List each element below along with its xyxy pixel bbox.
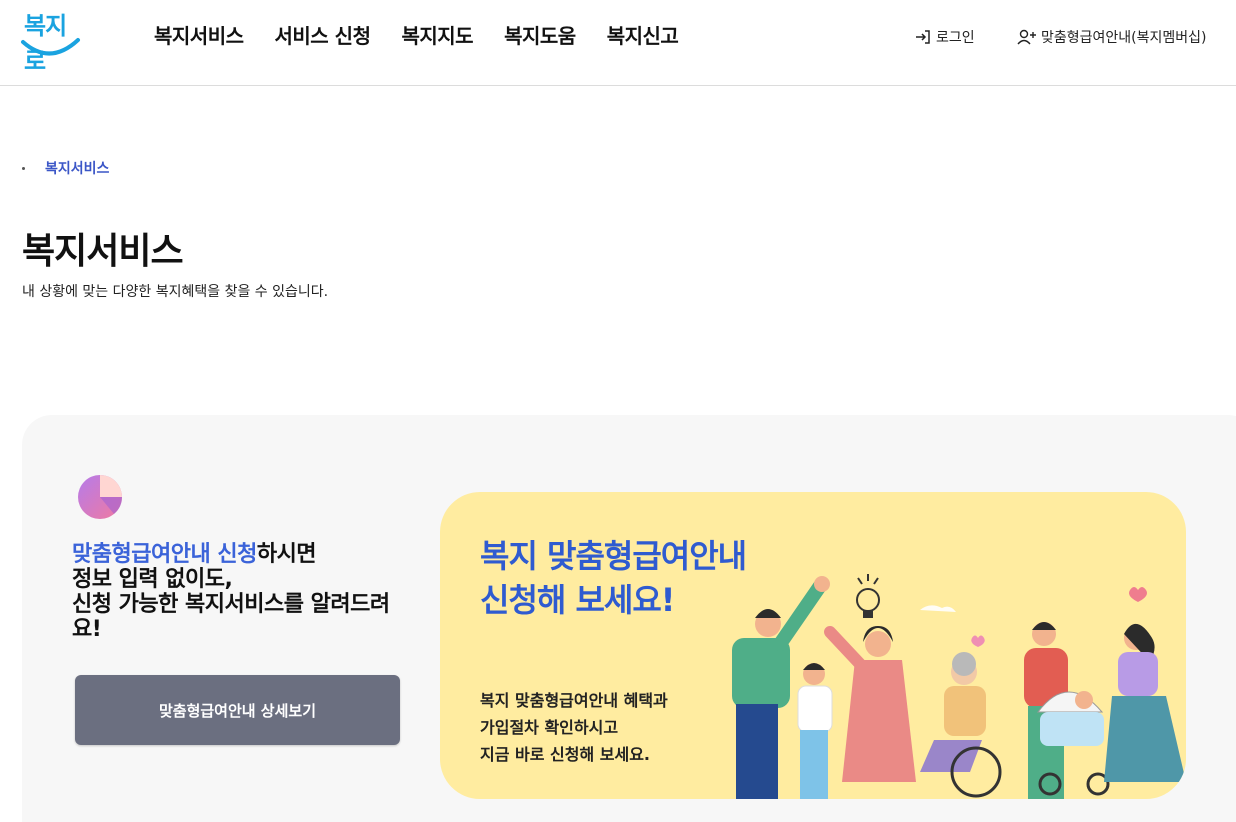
nav-welfare-services[interactable]: 복지서비스: [154, 20, 244, 49]
card-title: 복지 맞춤형급여안내 신청해 보세요!: [480, 534, 747, 622]
main-nav: 복지서비스 서비스 신청 복지지도 복지도움 복지신고: [154, 20, 709, 49]
card-body-line3: 지금 바로 신청해 보세요.: [480, 745, 650, 764]
promo-highlight: 맞춤형급여안내 신청: [72, 542, 257, 567]
site-logo[interactable]: 복지로: [20, 4, 84, 75]
promo-text: 맞춤형급여안내 신청하시면 정보 입력 없이도, 신청 가능한 복지서비스를 알…: [72, 542, 412, 642]
nav-welfare-map[interactable]: 복지지도: [401, 20, 473, 49]
card-title-line2: 신청해 보세요!: [480, 581, 675, 619]
nav-welfare-report[interactable]: 복지신고: [607, 20, 679, 49]
breadcrumb: 복지서비스: [22, 158, 109, 178]
card-title-line1: 복지 맞춤형급여안내: [480, 537, 747, 575]
pie-chart-icon: [78, 475, 123, 519]
card-body: 복지 맞춤형급여안내 혜택과 가입절차 확인하시고 지금 바로 신청해 보세요.: [480, 687, 668, 768]
breadcrumb-current[interactable]: 복지서비스: [45, 158, 109, 178]
nav-service-application[interactable]: 서비스 신청: [275, 20, 371, 49]
member-label: 맞춤형급여안내(복지멤버십): [1041, 30, 1207, 46]
membership-link[interactable]: 맞춤형급여안내(복지멤버십): [1017, 27, 1206, 47]
logo-smile-icon: [21, 38, 80, 56]
site-header: 복지로 복지서비스 서비스 신청 복지지도 복지도움 복지신고 로그인 맞춤형급…: [0, 0, 1236, 86]
card-body-line1: 복지 맞춤형급여안내 혜택과: [480, 691, 668, 710]
breadcrumb-bullet: [22, 166, 25, 170]
login-link[interactable]: 로그인: [914, 27, 975, 47]
woman-figure: [824, 626, 916, 782]
promo-line3: 신청 가능한 복지서비스를 알려드려요!: [72, 592, 390, 642]
grandmother-figure: [920, 652, 1002, 798]
heart-icon: [971, 635, 985, 647]
detail-view-button[interactable]: 맞춤형급여안내 상세보기: [75, 675, 400, 745]
card-body-line2: 가입절차 확인하시고: [480, 718, 619, 737]
promo-card[interactable]: 복지 맞춤형급여안내 신청해 보세요! 복지 맞춤형급여안내 혜택과 가입절차 …: [440, 492, 1186, 799]
promo-line1: 하시면: [256, 542, 317, 567]
cloud-shape: [920, 605, 956, 612]
nav-welfare-help[interactable]: 복지도움: [504, 20, 576, 49]
user-plus-icon: [1017, 29, 1036, 45]
login-arrow-icon: [916, 30, 930, 44]
heart-icon: [1129, 587, 1147, 602]
family-illustration: [732, 574, 1186, 799]
mother-figure: [1104, 623, 1186, 782]
lightbulb-icon: [856, 574, 880, 618]
promo-line2: 정보 입력 없이도,: [72, 567, 233, 592]
login-label: 로그인: [936, 30, 975, 46]
page-title: 복지서비스: [22, 231, 184, 272]
page-description: 내 상황에 맞는 다양한 복지혜택을 찾을 수 있습니다.: [22, 284, 329, 300]
boy-figure: [797, 663, 833, 799]
